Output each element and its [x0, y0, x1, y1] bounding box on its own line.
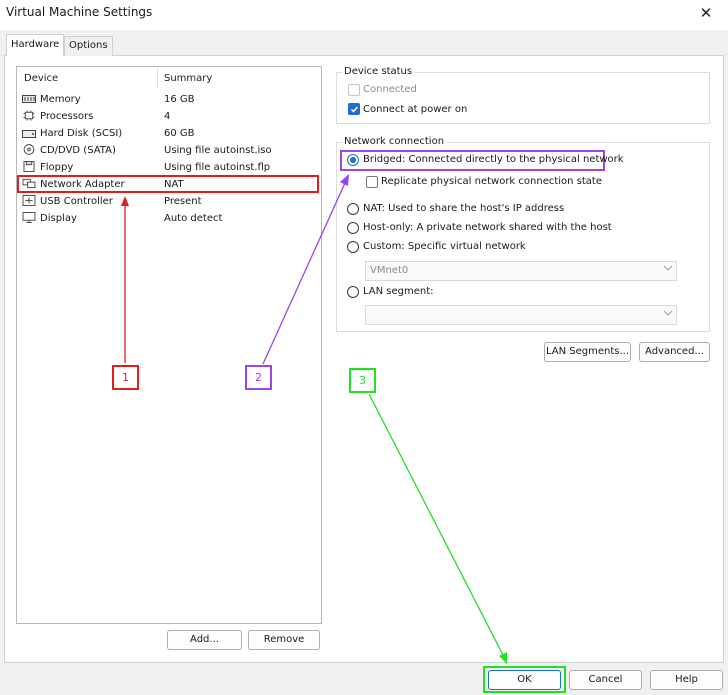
- purple-arrow-line: [262, 182, 346, 365]
- callout-1: 1: [112, 365, 139, 390]
- annotation-arrows: [121, 174, 507, 664]
- callout-3: 3: [349, 368, 376, 393]
- red-arrow-head: [121, 196, 129, 206]
- callout-2: 2: [245, 365, 272, 390]
- purple-arrow-head: [340, 174, 349, 186]
- green-arrow-line: [368, 393, 504, 656]
